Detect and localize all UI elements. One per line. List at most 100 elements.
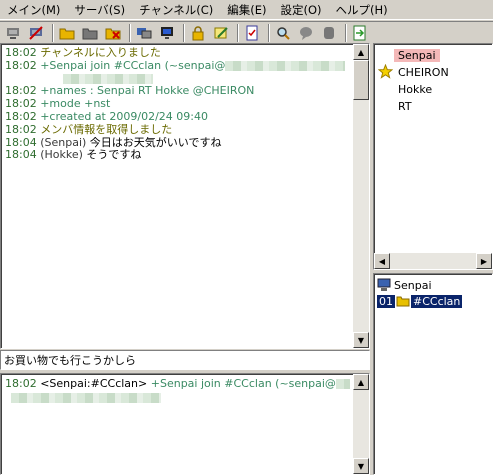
tree-channel-label: #CCclan [411,294,463,308]
tree-server-label: Senpai [394,278,432,292]
edit-icon [214,26,228,38]
timestamp: 18:02 [5,377,37,390]
toolbar-separator [129,23,131,42]
nick-label: RT [398,99,412,113]
nick-item[interactable]: RT [378,98,416,114]
search-icon [277,26,290,40]
nick-label: Hokke [398,82,433,96]
edit-button[interactable] [211,23,231,43]
leave-channel-button[interactable] [103,23,123,43]
nick-item[interactable]: Hokke [378,81,436,97]
redacted-host [225,60,346,71]
arrow-down-icon: ▼ [357,461,365,471]
export-button[interactable] [350,23,370,43]
chat-text: +names : Senpai RT Hokke @CHEIRON [40,85,255,98]
chat-text: +created at 2009/02/24 09:40 [40,110,208,123]
lock-icon [192,25,204,40]
talk-button[interactable] [296,23,316,43]
server-list-button[interactable] [134,23,154,43]
scroll-up-button[interactable]: ▲ [353,374,369,390]
toolbar [0,21,493,43]
channel-list-button[interactable] [80,23,100,43]
tree-channel-node[interactable]: 01 #CCclan [377,293,463,309]
monitor-button[interactable] [157,23,177,43]
menu-main[interactable]: メイン(M) [0,1,67,19]
scroll-right-button[interactable]: ▶ [476,253,492,269]
checklist-button[interactable] [242,23,262,43]
stop-button[interactable] [319,23,339,43]
connect-button[interactable] [3,23,23,43]
arrow-down-icon: ▼ [357,335,365,345]
sub-log-line-continuation [5,391,350,405]
timestamp: 18:04 [5,136,37,149]
scroll-down-button[interactable]: ▼ [353,458,369,474]
sub-log-scrollbar[interactable]: ▲ ▼ [353,374,369,474]
chat-line: 18:02 +Senpai join #CCclan (~senpai@ [5,60,350,73]
chat-line-continuation [5,73,350,86]
disconnect-button[interactable] [26,23,46,43]
message-input-box[interactable] [0,350,370,370]
chat-text: メンバ情報を取得しました [40,123,173,136]
channel-number-badge: 01 [377,294,395,308]
message-input[interactable] [1,351,369,369]
channel-tag: <Senpai:#CCclan> [40,377,148,390]
menu-help[interactable]: ヘルプ(H) [329,1,395,19]
chat-text: +Senpai join #CCclan (~senpai@ [150,377,336,390]
chat-log-scrollbar[interactable]: ▲ ▼ [353,44,369,348]
menu-bar: メイン(M) サーバ(S) チャンネル(C) 編集(E) 設定(O) ヘルプ(H… [0,0,493,20]
chat-log-pane[interactable]: 18:02 チャンネルに入りました 18:02 +Senpai join #CC… [0,43,370,349]
sub-log-line: 18:02 <Senpai:#CCclan> +Senpai join #CCc… [5,377,350,391]
scroll-left-button[interactable]: ◀ [374,253,390,269]
nick-label: CHEIRON [398,65,449,79]
timestamp: 18:02 [5,98,37,111]
menu-edit[interactable]: 編集(E) [220,1,273,19]
timestamp: 18:02 [5,123,37,136]
scroll-down-button[interactable]: ▼ [353,332,369,348]
nick-item[interactable]: Senpai [378,47,440,63]
chat-line: 18:02 +names : Senpai RT Hokke @CHEIRON [5,85,350,98]
nick-list-pane[interactable]: Senpai CHEIRON Hokke RT ◀ ▶ [373,43,493,270]
close-folder-icon [105,28,121,39]
lock-button[interactable] [188,23,208,43]
arrow-left-icon: ◀ [378,256,386,266]
redacted-host [11,393,161,403]
folder-icon [82,28,98,39]
all-channels-log-pane[interactable]: 18:02 <Senpai:#CCclan> +Senpai join #CCc… [0,373,370,475]
timestamp: 18:02 [5,110,37,123]
toolbar-separator [268,23,270,42]
open-folder-icon [59,28,75,39]
tree-server-node[interactable]: Senpai [377,277,432,293]
scroll-thumb[interactable] [353,60,369,100]
chat-text: チャンネルに入りました [40,47,161,59]
chat-lines: 18:02 チャンネルに入りました 18:02 +Senpai join #CC… [5,47,350,162]
stop-icon [324,26,334,39]
disconnect-icon [29,25,43,40]
server-icon [377,278,391,291]
folder-icon [396,296,410,307]
menu-channel[interactable]: チャンネル(C) [132,1,220,19]
nick-item[interactable]: CHEIRON [378,64,453,80]
chat-nick: (Senpai) [40,136,87,149]
redacted-host [63,73,153,84]
menu-settings[interactable]: 設定(O) [274,1,329,19]
search-button[interactable] [273,23,293,43]
timestamp: 18:04 [5,149,37,162]
arrow-up-icon: ▲ [357,377,365,387]
nick-list-hscrollbar[interactable]: ◀ ▶ [374,253,492,269]
menu-server[interactable]: サーバ(S) [67,1,132,19]
chat-line: 18:02 +created at 2009/02/24 09:40 [5,111,350,124]
nick-label: Senpai [394,48,440,62]
open-channel-button[interactable] [57,23,77,43]
chat-line: 18:02 チャンネルに入りました [5,47,350,60]
arrow-up-icon: ▲ [357,47,365,57]
chat-line: 18:04 (Senpai) 今日はお天気がいいですね [5,137,350,150]
sub-log-lines: 18:02 <Senpai:#CCclan> +Senpai join #CCc… [5,377,350,405]
scroll-up-button[interactable]: ▲ [353,44,369,60]
chat-line: 18:02 メンバ情報を取得しました [5,124,350,137]
timestamp: 18:02 [5,85,37,98]
chat-nick: (Hokke) [40,149,83,162]
chat-bubble-icon [300,26,312,40]
chat-text: +Senpai join #CCclan (~senpai@ [40,59,226,72]
channel-tree-pane[interactable]: Senpai 01 #CCclan [373,273,493,475]
toolbar-separator [183,23,185,42]
